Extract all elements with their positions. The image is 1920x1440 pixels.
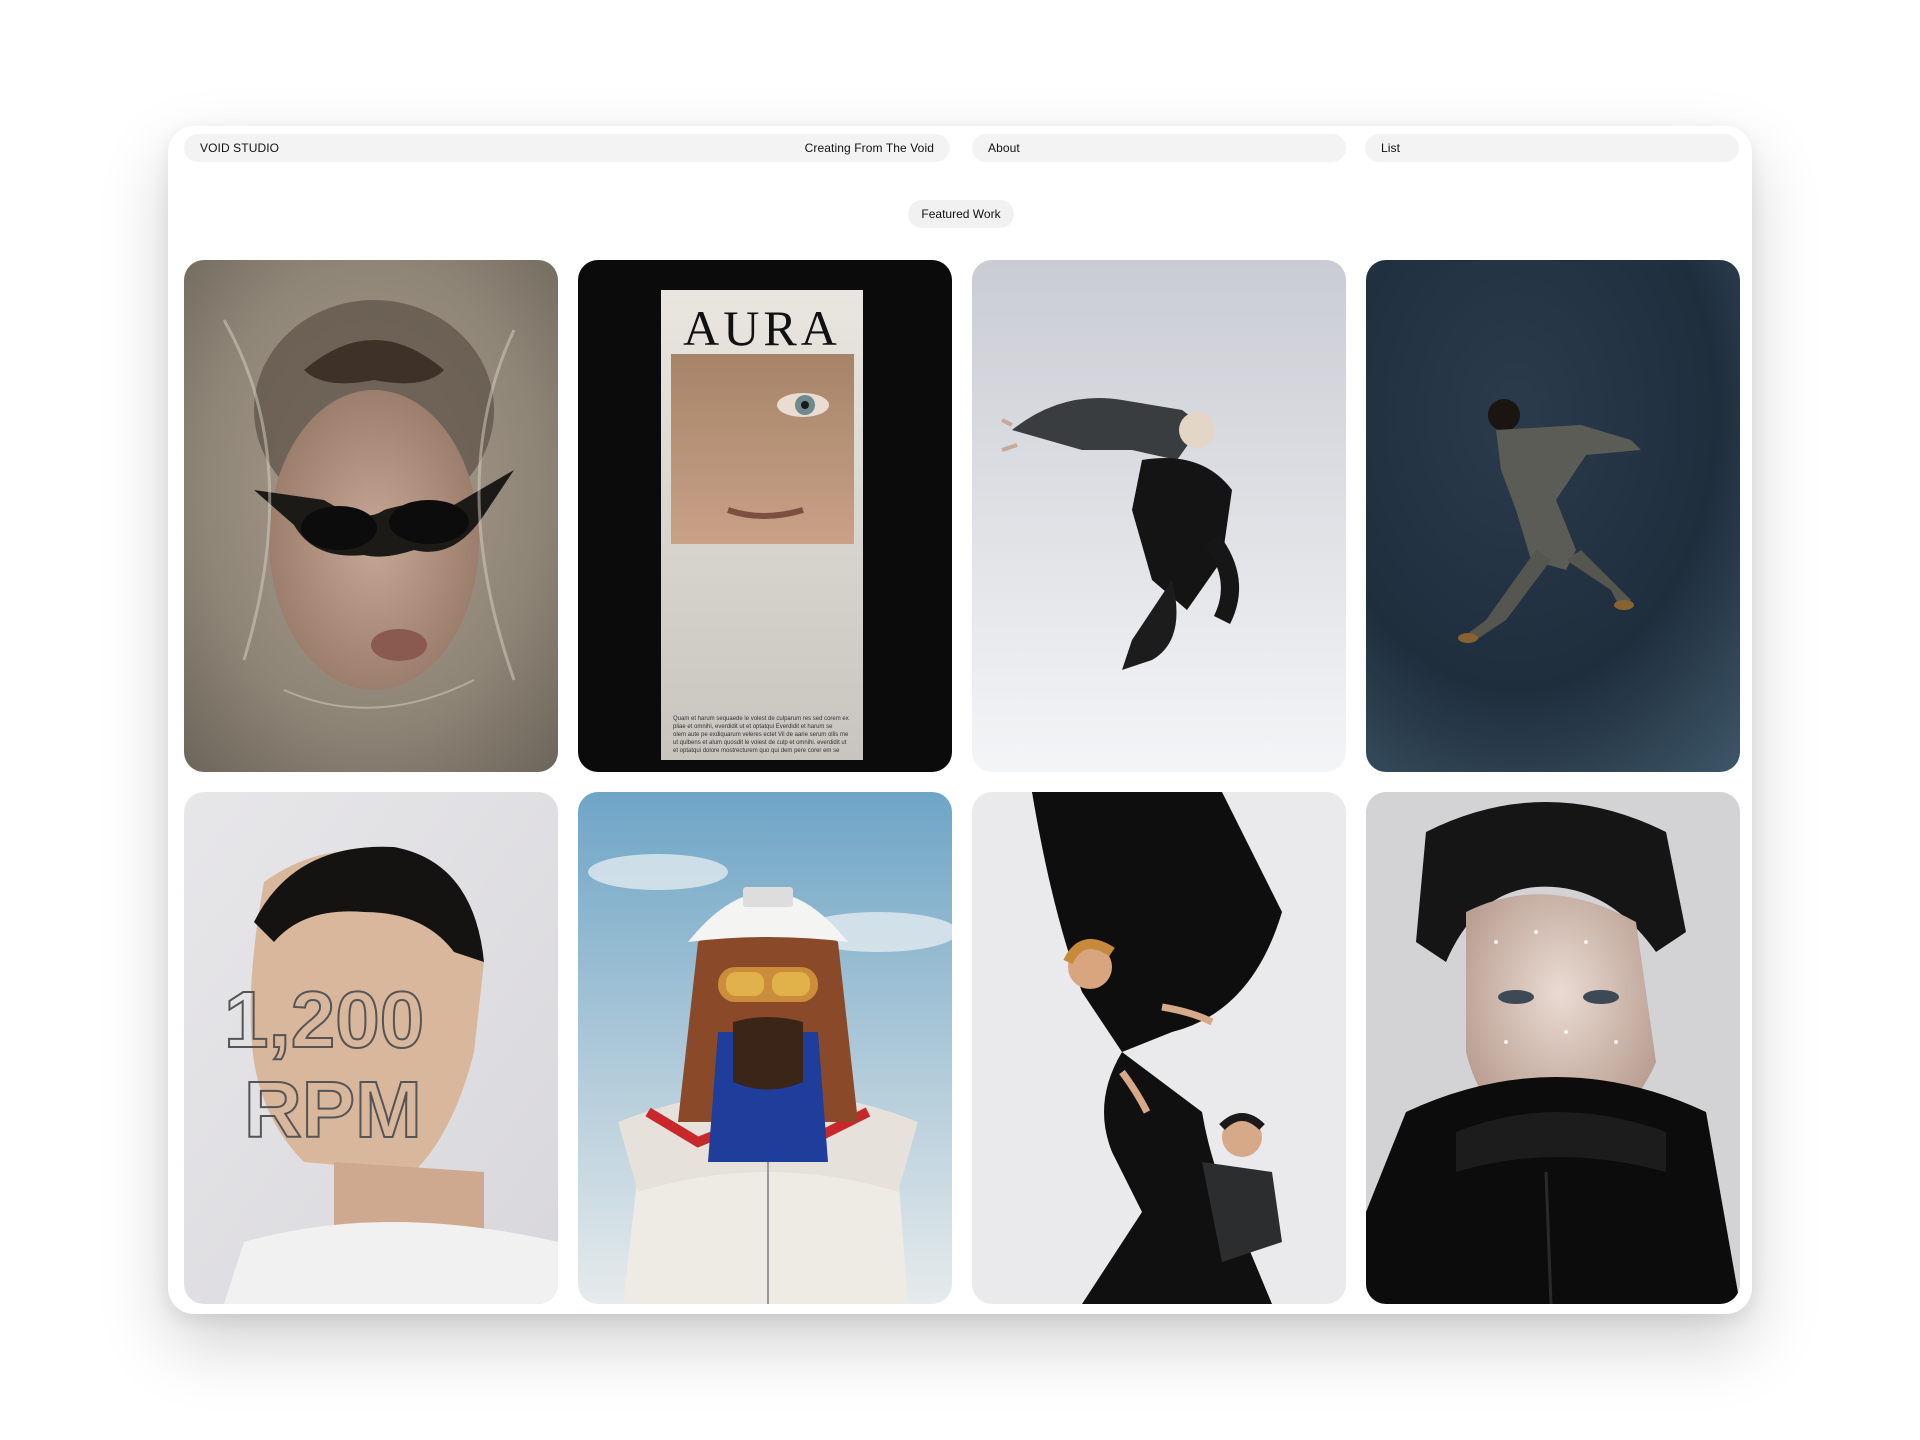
aura-body-line-5: et optatqui dolore mostrecturem quo qui … [673, 748, 840, 754]
work-card-wet-portrait[interactable] [1366, 792, 1740, 1304]
aura-body-line-4: ut qulbens et alum quosdit le volest de … [673, 740, 847, 746]
rpm-portrait-image: 1,200 RPM [184, 792, 558, 1304]
work-card-leap-light[interactable] [972, 260, 1346, 772]
nav-about-link[interactable]: About [972, 134, 1346, 162]
rpm-overlay-line-2: RPM [244, 1065, 422, 1154]
brand-logo-link[interactable]: VOID STUDIO [200, 141, 279, 155]
work-grid: AURA Quam et harum sequaede le volest de… [184, 260, 1740, 1304]
nav-brand-bar: VOID STUDIO Creating From The Void [184, 134, 950, 162]
nav-list-link[interactable]: List [1365, 134, 1739, 162]
work-card-duo-black[interactable] [972, 792, 1346, 1304]
plastic-portrait-image [184, 260, 558, 772]
duo-black-image [972, 792, 1346, 1304]
work-card-sky-portrait[interactable] [578, 792, 952, 1304]
nav-about-label: About [988, 141, 1020, 155]
aura-body-line-3: olem aute pe exdiquarum veleres ectet Vi… [673, 732, 849, 738]
work-card-leap-dark[interactable] [1366, 260, 1740, 772]
work-card-rpm-portrait[interactable]: 1,200 RPM [184, 792, 558, 1304]
tagline-text: Creating From The Void [804, 141, 934, 155]
browser-window: VOID STUDIO Creating From The Void About… [168, 126, 1752, 1314]
leap-dark-image [1366, 260, 1740, 772]
rpm-overlay-line-1: 1,200 [224, 975, 424, 1064]
stage: VOID STUDIO Creating From The Void About… [0, 0, 1920, 1440]
nav-list-label: List [1381, 141, 1401, 155]
aura-poster-image: AURA Quam et harum sequaede le volest de… [578, 260, 952, 772]
leap-light-image [972, 260, 1346, 772]
work-card-aura-poster[interactable]: AURA Quam et harum sequaede le volest de… [578, 260, 952, 772]
sky-portrait-image [578, 792, 952, 1304]
wet-portrait-image [1366, 792, 1740, 1304]
aura-body-line-2: pliae et omnihi, everdidit ut et optatqu… [673, 724, 833, 730]
aura-poster-title: AURA [683, 300, 841, 356]
work-card-plastic-portrait[interactable] [184, 260, 558, 772]
featured-work-label: Featured Work [908, 200, 1014, 228]
aura-body-line-1: Quam et harum sequaede le volest de culp… [673, 716, 849, 722]
